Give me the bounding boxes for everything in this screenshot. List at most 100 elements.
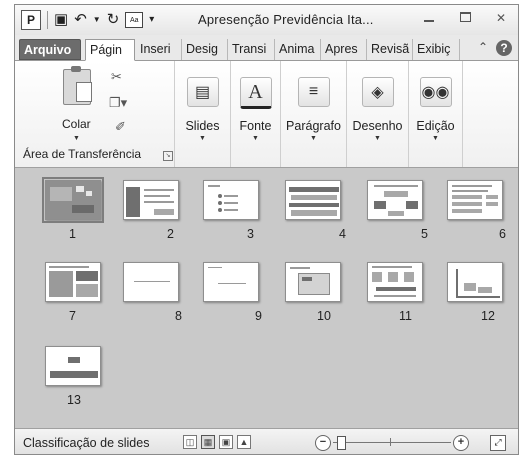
slide-thumbnail[interactable]: 4 [285, 180, 346, 241]
powerpoint-window: P ▣ ↶ ▼ ↻ Aa ▾ Apresenção Previdência It… [14, 4, 519, 455]
collapse-ribbon-icon[interactable]: ⌃ [478, 40, 488, 54]
clipboard-launcher-icon[interactable]: ↘ [163, 151, 173, 161]
slide-number: 2 [167, 227, 174, 241]
slide-number: 7 [69, 309, 76, 323]
title-bar: P ▣ ↶ ▼ ↻ Aa ▾ Apresenção Previdência It… [15, 5, 518, 35]
paragraph-icon: ≡ [297, 77, 330, 107]
editing-group[interactable]: ◉◉ Edição ▼ [409, 61, 463, 167]
slide-preview [45, 262, 101, 302]
slide-preview [285, 262, 341, 302]
slide-thumbnail[interactable]: 3 [203, 180, 259, 241]
powerpoint-app-icon[interactable]: P [21, 10, 41, 30]
clipboard-group-label: Área de Transferência [23, 147, 142, 161]
slide-thumbnail[interactable]: 12 [447, 262, 503, 323]
slides-group[interactable]: ▤ Slides ▼ [175, 61, 231, 167]
save-icon[interactable]: ▣ [54, 11, 68, 29]
slide-number: 12 [481, 309, 495, 323]
slideshow-view-icon[interactable]: ▲ [237, 435, 251, 449]
copy-icon[interactable]: ❐▾ [109, 95, 127, 111]
tab-transitions[interactable]: Transi [228, 39, 275, 60]
redo-icon[interactable]: ↻ [107, 11, 120, 29]
slide-thumbnail[interactable]: 2 [123, 180, 179, 241]
view-buttons: ◫ ▦ ▣ ▲ [183, 435, 251, 449]
paste-button[interactable]: Colar [62, 117, 91, 131]
cut-icon[interactable]: ✂ [111, 69, 122, 85]
slide-thumbnail[interactable]: 8 [123, 262, 182, 323]
undo-icon[interactable]: ↶ [74, 11, 87, 29]
paragraph-dropdown-icon: ▼ [310, 135, 317, 142]
slide-thumbnail[interactable]: 6 [447, 180, 506, 241]
slide-number: 3 [247, 227, 254, 241]
slide-thumbnail[interactable]: 5 [367, 180, 428, 241]
slide-number: 9 [255, 309, 262, 323]
slides-button-label: Slides [185, 119, 220, 133]
normal-view-icon[interactable]: ◫ [183, 435, 197, 449]
fit-to-window-icon[interactable]: ⤢ [490, 435, 506, 451]
tab-home[interactable]: Págin [85, 39, 135, 61]
format-painter-icon[interactable]: ✐ [115, 119, 126, 135]
slide-thumbnail[interactable]: 7 [45, 262, 101, 323]
tab-review[interactable]: Revisã [367, 39, 413, 60]
tab-file[interactable]: Arquivo [19, 39, 81, 60]
slide-number: 11 [399, 309, 412, 323]
slide-preview [45, 346, 101, 386]
tab-insert[interactable]: Inseri [136, 39, 182, 60]
slide-preview [203, 180, 259, 220]
tab-design[interactable]: Desig [182, 39, 228, 60]
tab-slideshow[interactable]: Apres [321, 39, 367, 60]
maximize-icon [459, 12, 471, 22]
clipboard-group: Colar ▼ ✂ ❐▾ ✐ Área de Transferência ↘ [15, 61, 175, 167]
view-mode-label: Classificação de slides [23, 436, 150, 450]
slide-preview [203, 262, 259, 302]
quick-access-toolbar: P ▣ ↶ ▼ ↻ Aa ▾ [21, 10, 154, 30]
binoculars-icon: ◉◉ [419, 77, 452, 107]
slide-number: 6 [499, 227, 506, 241]
drawing-group[interactable]: ◈ Desenho ▼ [347, 61, 409, 167]
slide-number: 4 [339, 227, 346, 241]
slide-number: 13 [67, 393, 81, 407]
slide-preview [447, 262, 503, 302]
slide-thumbnail[interactable]: 9 [203, 262, 262, 323]
slide-number: 1 [69, 227, 76, 241]
zoom-slider-center-tick [390, 438, 391, 446]
zoom-out-button[interactable]: − [315, 435, 331, 451]
editing-button-label: Edição [416, 119, 455, 133]
editing-dropdown-icon: ▼ [432, 135, 439, 142]
minimize-button[interactable] [422, 11, 436, 25]
font-dropdown-icon: ▼ [252, 135, 259, 142]
slide-number: 10 [317, 309, 331, 323]
window-title: Apresenção Previdência Ita... [198, 12, 374, 27]
help-icon[interactable]: ? [496, 40, 512, 56]
zoom-slider-handle[interactable] [337, 436, 346, 450]
close-button[interactable]: ✕ [494, 11, 508, 25]
zoom-in-button[interactable]: + [453, 435, 469, 451]
paste-dropdown-icon[interactable]: ▼ [73, 135, 80, 142]
paragraph-button-label: Parágrafo [286, 119, 341, 133]
zoom-slider-track[interactable] [333, 442, 451, 443]
slide-thumbnail[interactable]: 1 [42, 177, 104, 241]
customize-qat-icon[interactable]: ▾ [149, 11, 154, 29]
slides-dropdown-icon: ▼ [199, 135, 206, 142]
slide-layout-icon[interactable]: Aa [125, 12, 144, 28]
ribbon: Colar ▼ ✂ ❐▾ ✐ Área de Transferência ↘ ▤… [15, 61, 518, 168]
drawing-button-label: Desenho [352, 119, 403, 133]
font-group[interactable]: A Fonte ▼ [231, 61, 281, 167]
maximize-button[interactable] [458, 11, 472, 25]
paste-icon[interactable] [63, 66, 92, 105]
drawing-dropdown-icon: ▼ [374, 135, 381, 142]
slide-preview [123, 180, 179, 220]
tab-view[interactable]: Exibiç [413, 39, 460, 60]
slide-sorter-view-icon[interactable]: ▦ [201, 435, 215, 449]
minimize-icon [424, 20, 434, 22]
reading-view-icon[interactable]: ▣ [219, 435, 233, 449]
slide-thumbnail[interactable]: 11 [367, 262, 423, 323]
paragraph-group[interactable]: ≡ Parágrafo ▼ [281, 61, 347, 167]
tab-animations[interactable]: Anima [275, 39, 321, 60]
slide-preview [42, 177, 104, 223]
slide-thumbnail[interactable]: 13 [45, 346, 101, 407]
undo-dropdown-icon[interactable]: ▼ [93, 11, 101, 29]
slide-preview [123, 262, 179, 302]
slide-thumbnail[interactable]: 10 [285, 262, 341, 323]
qat-separator [47, 11, 48, 29]
slide-preview [367, 180, 423, 220]
